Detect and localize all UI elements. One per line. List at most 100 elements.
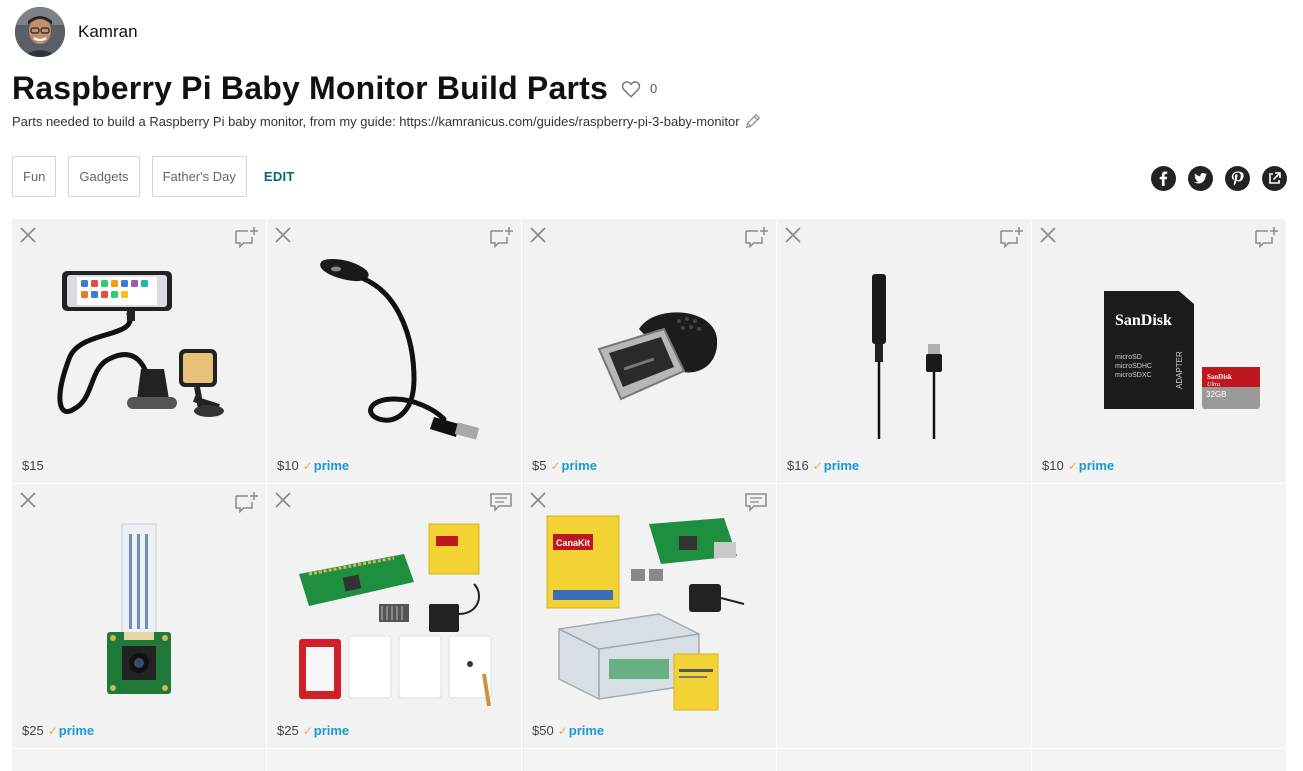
empty-slot [1032, 749, 1286, 771]
comment-icon[interactable] [744, 491, 768, 513]
close-icon[interactable] [528, 225, 548, 245]
sandisk-adapter-label: ADAPTER [1175, 351, 1184, 389]
price-row: $25 ✓ prime [22, 723, 94, 738]
close-icon[interactable] [18, 225, 38, 245]
add-note-icon[interactable] [1254, 226, 1278, 248]
list-item[interactable]: $15 [12, 219, 266, 483]
description-row: Parts needed to build a Raspberry Pi bab… [12, 112, 762, 130]
prime-badge: ✓ prime [557, 723, 605, 738]
empty-slot [12, 749, 266, 771]
owner-name[interactable]: Kamran [78, 22, 138, 42]
add-note-icon[interactable] [234, 491, 258, 513]
prime-badge: ✓ prime [302, 723, 350, 738]
pinterest-icon[interactable] [1225, 166, 1250, 191]
prime-check-icon: ✓ [557, 724, 568, 738]
item-price: $25 [22, 723, 44, 738]
canakit-pi3-kit-image[interactable]: CanaKit [539, 514, 759, 714]
list-description: Parts needed to build a Raspberry Pi bab… [12, 113, 740, 129]
list-item[interactable]: $25 ✓ prime [267, 484, 521, 748]
prime-badge: ✓ prime [47, 723, 95, 738]
prime-badge: ✓ prime [812, 458, 860, 473]
sandisk-line2: microSDHC [1115, 363, 1152, 370]
phone-gooseneck-holder-image[interactable] [29, 249, 249, 449]
pi-zero-kit-image[interactable] [284, 514, 504, 714]
item-price: $25 [277, 723, 299, 738]
facebook-icon[interactable] [1151, 166, 1176, 191]
list-item[interactable]: SanDisk microSD microSDHC microSDXC ADAP… [1032, 219, 1286, 483]
list-item[interactable]: $5 ✓ prime [522, 219, 776, 483]
prime-check-icon: ✓ [302, 459, 313, 473]
price-row: $5 ✓ prime [532, 458, 597, 473]
price-row: $10 ✓ prime [277, 458, 349, 473]
prime-check-icon: ✓ [47, 724, 58, 738]
list-title-row: Raspberry Pi Baby Monitor Build Parts 0 [12, 70, 657, 107]
list-item[interactable]: $25 ✓ prime [12, 484, 266, 748]
edit-tags-link[interactable]: EDIT [264, 169, 295, 184]
prime-check-icon: ✓ [1067, 459, 1078, 473]
tag-gadgets[interactable]: Gadgets [68, 156, 140, 197]
external-share-icon[interactable] [1262, 166, 1287, 191]
add-note-icon[interactable] [489, 226, 513, 248]
prime-check-icon: ✓ [812, 459, 823, 473]
price-row: $15 [22, 458, 44, 473]
add-note-icon[interactable] [234, 226, 258, 248]
pencil-edit-icon[interactable] [744, 112, 762, 130]
sandisk-line3: microSDXC [1115, 372, 1152, 379]
price-row: $50 ✓ prime [532, 723, 604, 738]
tag-fathers-day[interactable]: Father's Day [151, 156, 247, 197]
next-row-partial [12, 749, 1287, 771]
close-icon[interactable] [1038, 225, 1058, 245]
usb-microphone-dongle-image[interactable] [539, 249, 759, 449]
prime-check-icon: ✓ [550, 459, 561, 473]
usb-led-lamp-image[interactable] [284, 249, 504, 449]
list-owner[interactable]: Kamran [15, 7, 138, 57]
usb-clip-microphone-image[interactable] [794, 249, 1014, 449]
empty-slot [777, 484, 1031, 748]
empty-slot [777, 749, 1031, 771]
prime-badge: ✓ prime [550, 458, 597, 473]
card-brand: SanDisk [1207, 373, 1232, 381]
close-icon[interactable] [273, 225, 293, 245]
card-size: 32GB [1206, 390, 1226, 399]
list-item[interactable]: $16 ✓ prime [777, 219, 1031, 483]
close-icon[interactable] [18, 490, 38, 510]
list-item[interactable]: CanaKit $50 ✓ prime [522, 484, 776, 748]
price-row: $16 ✓ prime [787, 458, 859, 473]
prime-badge: ✓ prime [302, 458, 350, 473]
close-icon[interactable] [783, 225, 803, 245]
canakit-brand: CanaKit [556, 538, 590, 548]
item-price: $5 [532, 458, 547, 473]
prime-badge: ✓ prime [1067, 458, 1115, 473]
item-price: $16 [787, 458, 809, 473]
empty-slot [267, 749, 521, 771]
price-row: $10 ✓ prime [1042, 458, 1114, 473]
heart-icon[interactable] [620, 78, 642, 100]
tag-list: Fun Gadgets Father's Day EDIT [12, 156, 295, 197]
close-icon[interactable] [273, 490, 293, 510]
empty-slot [522, 749, 776, 771]
item-price: $10 [1042, 458, 1064, 473]
like-count: 0 [649, 81, 658, 96]
close-icon[interactable] [528, 490, 548, 510]
price-row: $25 ✓ prime [277, 723, 349, 738]
add-note-icon[interactable] [744, 226, 768, 248]
item-price: $50 [532, 723, 554, 738]
item-price: $15 [22, 458, 44, 473]
sandisk-microsd-card-image[interactable]: SanDisk microSD microSDHC microSDXC ADAP… [1049, 249, 1269, 449]
sandisk-brand: SanDisk [1115, 312, 1172, 329]
prime-check-icon: ✓ [302, 724, 313, 738]
sandisk-line1: microSD [1115, 354, 1142, 361]
item-price: $10 [277, 458, 299, 473]
add-note-icon[interactable] [999, 226, 1023, 248]
item-grid: $15 $10 ✓ prime $5 ✓ prime $16 ✓ prime S… [12, 219, 1287, 748]
tag-fun[interactable]: Fun [12, 156, 57, 197]
empty-slot [1032, 484, 1286, 748]
pi-camera-module-image[interactable] [29, 514, 249, 714]
avatar[interactable] [15, 7, 65, 57]
page-title: Raspberry Pi Baby Monitor Build Parts [12, 70, 608, 106]
list-item[interactable]: $10 ✓ prime [267, 219, 521, 483]
share-buttons [1139, 166, 1287, 191]
card-ultra: Ultra [1207, 382, 1220, 388]
twitter-icon[interactable] [1188, 166, 1213, 191]
comment-icon[interactable] [489, 491, 513, 513]
